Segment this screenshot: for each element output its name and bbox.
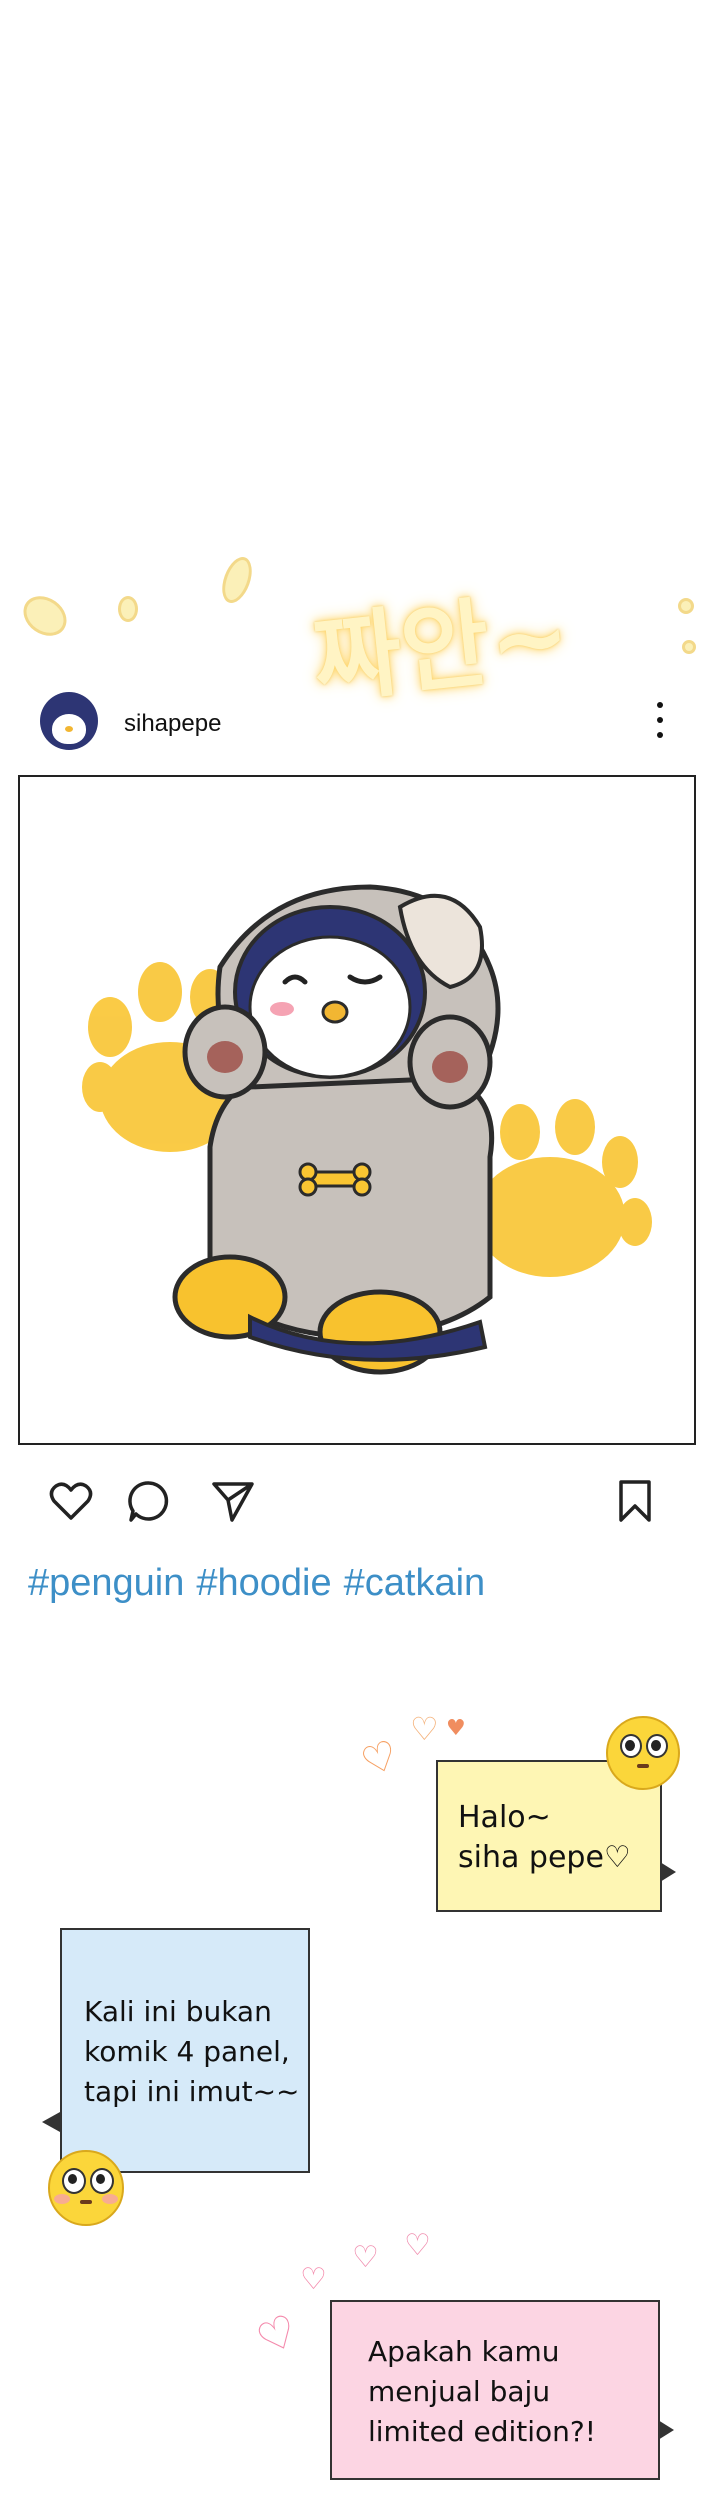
avatar-beak <box>65 726 73 732</box>
hashtag-link[interactable]: #catkain <box>344 1562 486 1604</box>
sparkle-drop <box>678 598 694 614</box>
bubble-tail <box>660 1862 676 1882</box>
sparkle-drop <box>118 596 138 622</box>
post-action-bar <box>40 1478 680 1528</box>
speech-bubble-text: Halo~ siha pepe♡ <box>458 1800 631 1875</box>
post-header: sihapepe <box>40 690 680 754</box>
heart-decoration: ♥ <box>446 1716 466 1741</box>
speech-bubble-2: Kali ini bukan komik 4 panel, tapi ini i… <box>60 1928 310 2173</box>
username[interactable]: sihapepe <box>124 710 221 738</box>
hashtag-link[interactable]: #hoodie <box>196 1562 331 1604</box>
speech-bubble-text: Kali ini bukan komik 4 panel, tapi ini i… <box>84 1995 300 2108</box>
hashtag-link[interactable]: #penguin <box>28 1562 184 1604</box>
sparkle-drop <box>216 553 258 607</box>
speech-bubble-text: Apakah kamu menjual baju limited edition… <box>368 2335 596 2448</box>
bubble-tail <box>658 2420 674 2440</box>
speech-bubble-3: Apakah kamu menjual baju limited edition… <box>330 2300 660 2480</box>
heart-decoration: ♡ <box>404 2228 431 2263</box>
heart-decoration: ♡ <box>300 2262 327 2297</box>
heart-decoration: ♡ <box>410 1710 439 1748</box>
flushed-face-emoji <box>48 2150 124 2226</box>
penguin-hoodie-illustration <box>82 884 652 1375</box>
post-image <box>18 775 696 1445</box>
bookmark-icon[interactable] <box>612 1478 658 1524</box>
heart-icon[interactable] <box>48 1478 94 1524</box>
heart-decoration: ♡ <box>352 2240 379 2275</box>
more-vertical-icon[interactable] <box>648 698 672 742</box>
penguin-avatar[interactable] <box>40 692 98 750</box>
hashtags: #penguin #hoodie #catkain <box>28 1562 497 1605</box>
pleading-face-emoji <box>606 1716 680 1790</box>
heart-decoration: ♡ <box>355 1731 405 1787</box>
bubble-tail <box>42 2112 60 2132</box>
comment-icon[interactable] <box>126 1478 172 1524</box>
send-icon[interactable] <box>210 1478 256 1524</box>
heart-decoration: ♡ <box>249 2304 307 2367</box>
sparkle-drop <box>15 588 75 644</box>
sparkle-drop <box>682 640 696 654</box>
